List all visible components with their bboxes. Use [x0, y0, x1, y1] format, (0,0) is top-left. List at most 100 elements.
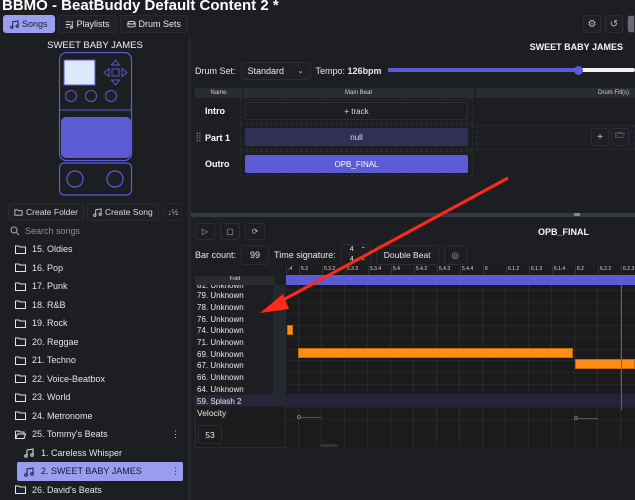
tree-item-label: 21. Techno	[32, 355, 76, 366]
play-button[interactable]: ▷	[195, 223, 215, 240]
sort-button[interactable]: ↓½	[164, 203, 182, 221]
timeline-ruler[interactable]: .4 5.3 5.3.2 5.3.3 5.3.4 5.4 5.4.2 5.4.3 5.4.4 6 6…	[286, 265, 635, 275]
sidebar-resizer[interactable]	[188, 36, 191, 500]
transport-controls: ▷ ▢ ⟳	[195, 223, 265, 240]
loop-button[interactable]: ⟳	[245, 223, 265, 240]
grid-line	[505, 285, 506, 447]
double-beat-button[interactable]: Double Beat	[375, 245, 439, 265]
grid-line	[286, 336, 635, 338]
grid-line	[390, 285, 391, 447]
horizontal-scrollbar[interactable]	[320, 444, 338, 447]
settings-button[interactable]: ⚙	[583, 15, 601, 33]
stop-button[interactable]: ▢	[220, 223, 240, 240]
folder-item[interactable]: 22. Voice-Beatbox	[0, 370, 188, 389]
column-header-drum-fills: Drum Fill(s)	[476, 88, 635, 98]
window-title: BBMO - BeatBuddy Default Content 2 *	[2, 0, 279, 14]
add-fill-button[interactable]: +	[591, 128, 609, 146]
lane-label[interactable]: 78. Unknown	[195, 302, 273, 314]
tab-drum-sets[interactable]: Drum Sets	[119, 15, 189, 33]
folder-item[interactable]: 20. Reggae	[0, 333, 188, 352]
time-sig-top: 4	[349, 246, 354, 253]
lane-names: 81. Unknown 79. Unknown 78. Unknown 76. Unk…	[195, 285, 273, 407]
folder-item[interactable]: 25. Tommy's Beats ⋮	[0, 425, 188, 444]
create-song-button[interactable]: Create Song	[86, 203, 159, 221]
lane-highlight	[286, 394, 635, 406]
part1-main-beat[interactable]: null	[245, 128, 468, 146]
tree-item-label: 24. Metronome	[32, 410, 93, 421]
pedal-song-title: SWEET BABY JAMES	[47, 40, 143, 51]
fold-toggle[interactable]: Fold	[195, 276, 275, 285]
drum-set-select[interactable]: Standard ⌄	[240, 62, 311, 80]
stepper-up-icon[interactable]: ⌃	[361, 246, 366, 253]
outro-main-beat[interactable]: OPB_FINAL	[245, 155, 468, 173]
velocity-input[interactable]: 53	[198, 425, 222, 444]
folder-item[interactable]: 15. Oldies	[0, 240, 188, 259]
tempo-slider-knob[interactable]	[573, 65, 583, 75]
tree-item-label: 20. Reggae	[32, 336, 79, 347]
grid-line	[482, 285, 483, 447]
loop-region[interactable]	[286, 275, 635, 285]
panel-resizer[interactable]	[191, 213, 635, 217]
folder-item[interactable]: 23. World	[0, 388, 188, 407]
lane-label[interactable]: 76. Unknown	[195, 313, 273, 325]
tree-item-label: 15. Oldies	[32, 244, 73, 255]
folder-item[interactable]: 17. Punk	[0, 277, 188, 296]
folder-item[interactable]: 16. Pop	[0, 259, 188, 278]
overflow-button[interactable]	[627, 15, 635, 33]
folder-item[interactable]: 18. R&B	[0, 296, 188, 315]
tempo-readout: Tempo: 126bpm	[316, 66, 382, 76]
folder-item[interactable]: 19. Rock	[0, 314, 188, 333]
tab-songs[interactable]: Songs	[3, 15, 55, 33]
stepper-down-icon[interactable]: ⌄	[361, 255, 366, 262]
note[interactable]	[298, 348, 573, 358]
tab-playlists[interactable]: Playlists	[57, 15, 117, 33]
column-header-main-beat: Main Beat	[243, 88, 474, 98]
piano-roll[interactable]	[286, 275, 635, 447]
folder-item[interactable]: 24. Metronome	[0, 407, 188, 426]
note[interactable]	[287, 325, 293, 335]
search-songs[interactable]: Search songs	[10, 226, 80, 236]
grid-line	[286, 301, 635, 303]
note[interactable]	[575, 359, 635, 369]
song-item[interactable]: 1. Careless Whisper	[0, 444, 188, 463]
tree-item-label: 25. Tommy's Beats	[32, 429, 108, 440]
plus-icon: +	[597, 131, 603, 143]
target-button[interactable]: ◎	[443, 245, 467, 265]
create-song-label: Create Song	[104, 207, 153, 217]
open-fill-button[interactable]: 🗁	[611, 128, 629, 146]
resizer-grip[interactable]	[574, 213, 580, 216]
song-item[interactable]: 2. SWEET BABY JAMES ⋮	[17, 462, 183, 481]
lane-label[interactable]: 69. Unknown	[195, 348, 273, 360]
undo-button[interactable]: ↺	[605, 15, 623, 33]
lane-label[interactable]: 66. Unknown	[195, 372, 273, 384]
velocity-label: Velocity	[197, 408, 227, 418]
tree-item-label: 16. Pop	[32, 262, 64, 273]
lane-label[interactable]: 79. Unknown	[195, 290, 273, 302]
grid-line	[321, 285, 322, 447]
ruler-tick: 6.2	[575, 266, 584, 274]
folder-item[interactable]: 21. Techno	[0, 351, 188, 370]
tempo-slider[interactable]	[388, 65, 635, 75]
nav-tabs: Songs Playlists Drum Sets	[3, 15, 189, 33]
drag-handle[interactable]	[196, 132, 201, 142]
grid-line	[344, 285, 345, 447]
create-folder-button[interactable]: Create Folder	[8, 203, 84, 221]
column-header-name: Name	[195, 88, 242, 98]
tree-item-label: 22. Voice-Beatbox	[32, 373, 106, 384]
folder-icon	[15, 337, 26, 347]
more-options-icon[interactable]: ⋮	[171, 429, 180, 440]
ruler-tick: 5.3.2	[322, 266, 336, 274]
add-track-button[interactable]: + track	[245, 102, 468, 120]
time-signature-input[interactable]: 4 4 ⌃ ⌄	[340, 244, 371, 266]
lane-label[interactable]: 71. Unknown	[195, 337, 273, 349]
lane-label[interactable]: 67. Unknown	[195, 360, 273, 372]
bar-count-input[interactable]: 99	[241, 245, 270, 265]
folder-icon	[15, 282, 26, 291]
more-options-icon[interactable]: ⋮	[171, 466, 180, 477]
lane-label[interactable]: 64. Unknown	[195, 384, 273, 396]
beatbuddy-pedal-icon	[58, 52, 133, 196]
folder-icon	[15, 356, 26, 365]
folder-item[interactable]: 26. David's Beats	[0, 481, 188, 500]
lane-label[interactable]: 74. Unknown	[195, 325, 273, 337]
folder-icon	[15, 374, 26, 384]
